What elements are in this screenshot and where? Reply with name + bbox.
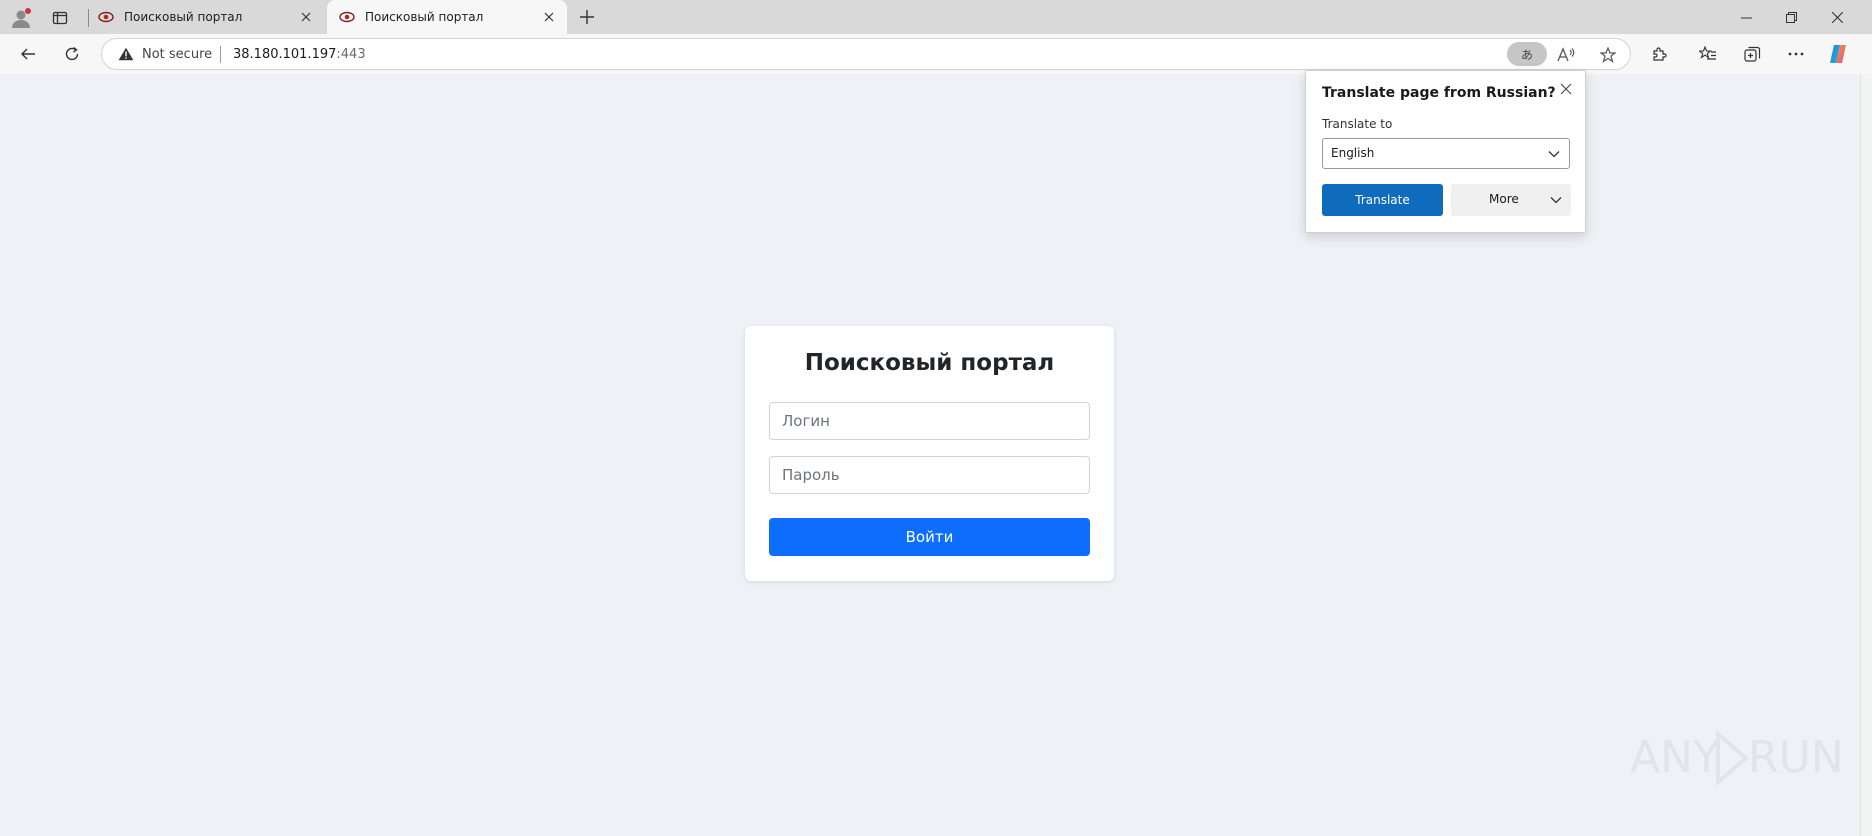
browser-toolbar: Not secure 38.180.101.197:443 あ <box>0 34 1872 74</box>
chevron-down-icon <box>1550 197 1562 204</box>
login-card: Поисковый портал Войти <box>745 326 1114 581</box>
copilot-icon[interactable] <box>1824 40 1852 68</box>
profile-avatar-icon[interactable] <box>8 5 34 31</box>
translate-button[interactable]: Translate <box>1322 184 1443 216</box>
tab-title: Поисковый портал <box>124 10 243 24</box>
eye-favicon-icon <box>98 11 114 23</box>
watermark-text-right: RUN <box>1748 732 1844 783</box>
tab-strip: Поисковый портал Поисковый портал <box>0 0 1872 34</box>
back-icon[interactable] <box>14 40 42 68</box>
more-button[interactable]: More <box>1451 184 1571 216</box>
extensions-icon[interactable] <box>1645 40 1673 68</box>
tab-search-portal-1[interactable]: Поисковый портал <box>86 0 324 34</box>
refresh-icon[interactable] <box>58 40 86 68</box>
more-options-icon[interactable] <box>1782 40 1810 68</box>
page-title: Поисковый портал <box>804 350 1055 376</box>
close-window-icon[interactable] <box>1814 0 1860 34</box>
watermark-text-left: ANY <box>1630 732 1720 783</box>
eye-favicon-icon <box>339 11 355 23</box>
new-tab-icon[interactable] <box>574 4 600 30</box>
chevron-down-icon <box>1548 151 1560 158</box>
address-bar[interactable]: Not secure 38.180.101.197:443 あ <box>101 38 1631 70</box>
translate-to-label: Translate to <box>1322 117 1393 131</box>
password-input[interactable] <box>769 456 1090 494</box>
security-label[interactable]: Not secure <box>142 47 212 62</box>
translate-popup: Translate page from Russian? Translate t… <box>1305 70 1586 233</box>
scrollbar-track[interactable] <box>1860 74 1872 836</box>
login-input[interactable] <box>769 402 1090 440</box>
url-separator <box>220 46 221 63</box>
selected-language: English <box>1331 146 1375 160</box>
read-aloud-icon[interactable] <box>1554 43 1578 67</box>
close-icon[interactable] <box>1555 78 1577 100</box>
favorites-list-icon[interactable] <box>1694 40 1722 68</box>
tab-close-icon[interactable] <box>294 5 318 29</box>
tab-search-portal-2[interactable]: Поисковый портал <box>327 0 567 34</box>
minimize-icon[interactable] <box>1723 0 1769 34</box>
restore-icon[interactable] <box>1768 0 1814 34</box>
anyrun-watermark: ANY RUN <box>1630 724 1844 792</box>
tab-close-icon[interactable] <box>537 5 561 29</box>
favorite-star-icon[interactable] <box>1596 43 1620 67</box>
translate-popup-title: Translate page from Russian? <box>1322 85 1556 101</box>
more-button-label: More <box>1489 192 1519 206</box>
target-language-select[interactable]: English <box>1322 138 1570 169</box>
url-host: 38.180.101.197 <box>233 47 337 62</box>
url-text[interactable]: 38.180.101.197:443 <box>233 47 366 62</box>
play-logo-icon <box>1716 729 1750 787</box>
collections-icon[interactable] <box>1738 40 1766 68</box>
url-port: :443 <box>336 47 366 62</box>
warning-icon[interactable] <box>118 47 134 61</box>
tab-title: Поисковый портал <box>365 10 484 24</box>
translate-page-icon[interactable]: あ <box>1507 42 1547 66</box>
login-submit-button[interactable]: Войти <box>769 518 1090 556</box>
tab-actions-icon[interactable] <box>47 5 73 31</box>
